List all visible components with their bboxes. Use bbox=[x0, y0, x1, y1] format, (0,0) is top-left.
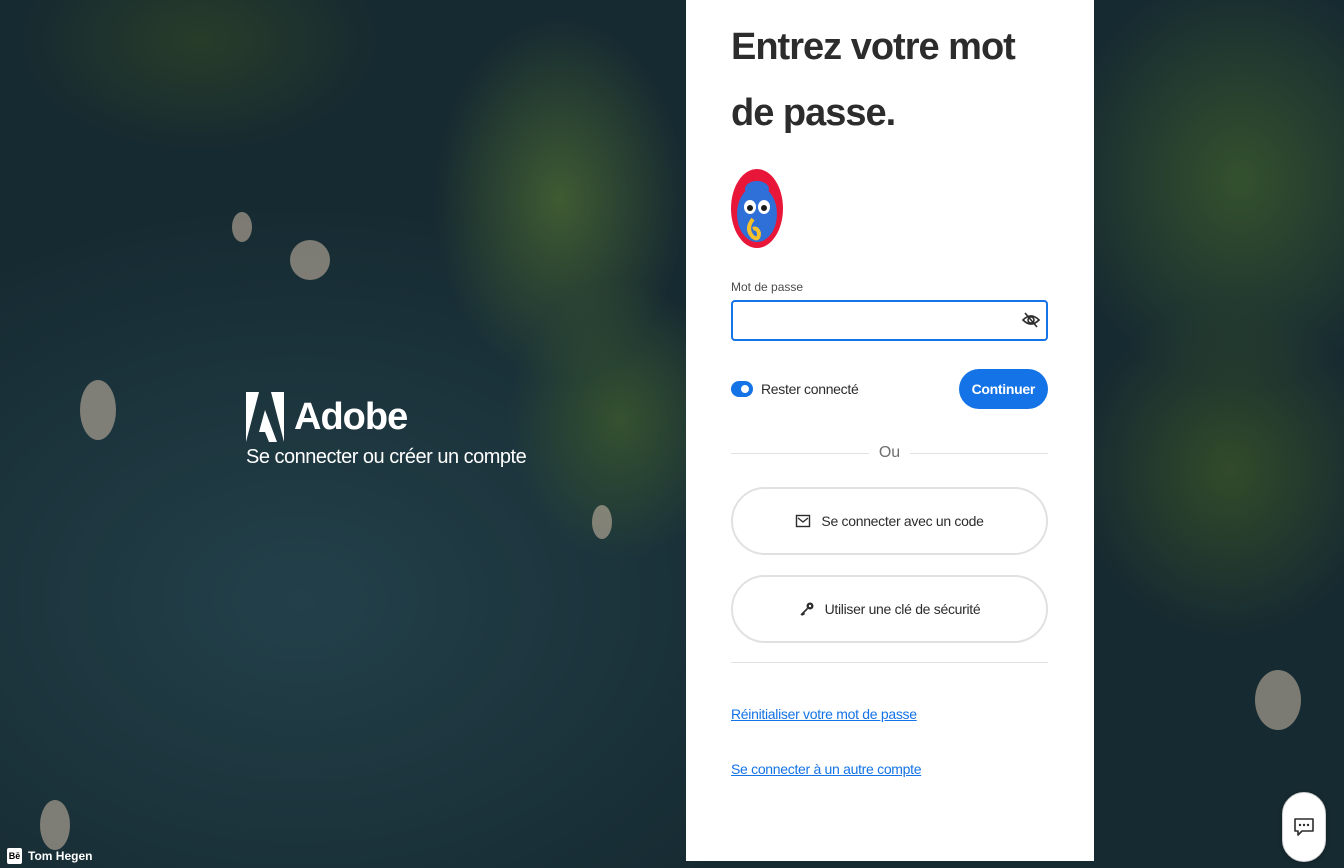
security-key-label: Utiliser une clé de sécurité bbox=[824, 601, 981, 617]
mail-icon bbox=[796, 514, 811, 528]
background-detail bbox=[40, 800, 70, 850]
background-detail bbox=[592, 505, 612, 539]
section-divider bbox=[731, 662, 1048, 663]
chat-icon bbox=[1294, 818, 1314, 836]
continue-button[interactable]: Continuer bbox=[958, 369, 1048, 409]
credit-author[interactable]: Tom Hegen bbox=[28, 849, 92, 863]
password-label: Mot de passe bbox=[731, 280, 804, 294]
security-key-button[interactable]: Utiliser une clé de sécurité bbox=[731, 575, 1048, 643]
feedback-button[interactable] bbox=[1282, 792, 1326, 862]
key-icon bbox=[800, 602, 814, 616]
page-title: Entrez votre mot de passe. bbox=[731, 26, 1016, 134]
brand-subtitle: Se connecter ou créer un compte bbox=[246, 446, 527, 468]
stay-signed-in-control[interactable]: Rester connecté bbox=[731, 381, 859, 397]
user-avatar bbox=[731, 169, 783, 248]
reset-password-link[interactable]: Réinitialiser votre mot de passe bbox=[731, 706, 917, 722]
background-detail bbox=[1255, 670, 1301, 730]
background-photo bbox=[0, 0, 1344, 868]
sign-in-with-code-label: Se connecter avec un code bbox=[821, 513, 984, 529]
adobe-logo-icon bbox=[246, 392, 284, 442]
photo-credit[interactable]: Bē Tom Hegen bbox=[7, 848, 92, 864]
stay-signed-in-label[interactable]: Rester connecté bbox=[761, 381, 859, 397]
sign-in-card: Entrez votre mot de passe. Mot de passe bbox=[686, 0, 1094, 861]
divider-text: Ou bbox=[878, 444, 901, 461]
background-detail bbox=[232, 212, 252, 242]
show-password-button[interactable] bbox=[1021, 311, 1041, 329]
background-detail bbox=[290, 240, 330, 280]
stay-signed-in-row: Rester connecté Continuer bbox=[731, 369, 1048, 409]
divider-line bbox=[731, 452, 869, 454]
behance-icon: Bē bbox=[7, 848, 22, 864]
or-divider: Ou bbox=[731, 443, 1048, 463]
avatar-illustration-icon bbox=[731, 169, 783, 248]
background-detail bbox=[80, 380, 116, 440]
password-field[interactable] bbox=[731, 300, 1048, 341]
divider-line bbox=[910, 452, 1048, 454]
other-account-link[interactable]: Se connecter à un autre compte bbox=[731, 761, 922, 777]
sign-in-with-code-button[interactable]: Se connecter avec un code bbox=[731, 487, 1048, 555]
eye-off-icon bbox=[1021, 312, 1041, 328]
stay-signed-in-toggle[interactable] bbox=[731, 381, 753, 397]
brand-name: Adobe bbox=[294, 395, 408, 438]
brand-block: Adobe Se connecter ou créer un compte bbox=[246, 392, 527, 469]
